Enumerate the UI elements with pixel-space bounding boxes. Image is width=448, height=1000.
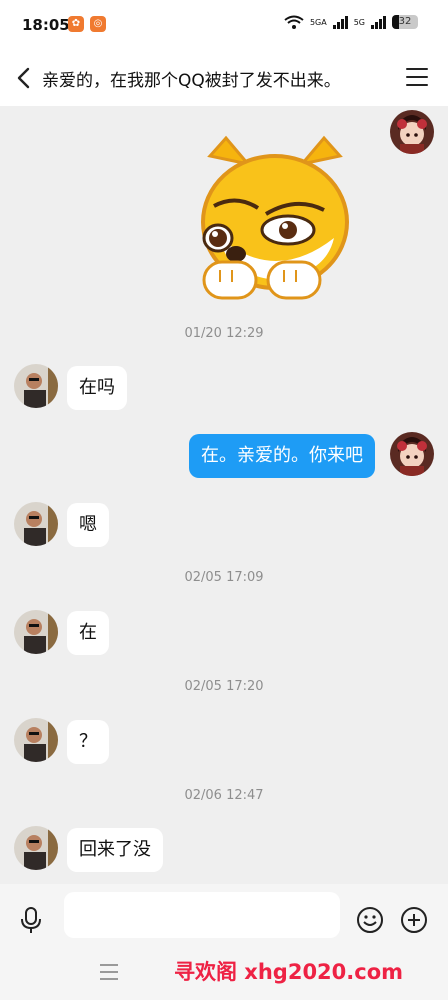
network-label-2: 5G (353, 17, 365, 27)
timestamp: 02/05 17:09 (184, 570, 264, 585)
timestamp: 02/06 12:47 (184, 788, 264, 803)
microphone-icon[interactable] (20, 906, 42, 934)
battery-icon: 32 (392, 15, 418, 29)
dog-sticker[interactable] (196, 134, 354, 302)
chat-header: 亲爱的，在我那个QQ被封了发不出来。 (0, 50, 448, 106)
message-bubble[interactable]: 回来了没 (67, 828, 163, 872)
message-input[interactable] (64, 892, 340, 938)
message-bubble[interactable]: ？ (67, 720, 109, 764)
menu-icon[interactable] (406, 68, 428, 88)
status-indicators: 5GA 5G 32 (284, 15, 418, 29)
nav-menu-icon[interactable] (100, 964, 118, 980)
input-bar: 寻欢阁 xhg2020.com (0, 884, 448, 1000)
contact-avatar[interactable] (14, 502, 58, 546)
network-label-1: 5GA (309, 17, 327, 27)
message-bubble[interactable]: 嗯 (67, 503, 109, 547)
contact-avatar[interactable] (14, 718, 58, 762)
message-list[interactable]: 01/20 12:29 在吗 在。亲爱的。你来吧 嗯 02/05 17:09 在… (0, 106, 448, 884)
wifi-icon (284, 15, 304, 29)
message-bubble[interactable]: 在吗 (67, 366, 127, 410)
timestamp: 02/05 17:20 (184, 679, 264, 694)
my-avatar[interactable] (390, 432, 434, 476)
contact-avatar[interactable] (14, 364, 58, 408)
my-message-bubble[interactable]: 在。亲爱的。你来吧 (189, 434, 375, 478)
my-avatar[interactable] (390, 110, 434, 154)
chat-title: 亲爱的，在我那个QQ被封了发不出来。 (42, 71, 341, 91)
notification-app-icon-2: ◎ (90, 16, 106, 32)
contact-avatar[interactable] (14, 826, 58, 870)
watermark: 寻欢阁 xhg2020.com (174, 960, 404, 984)
message-bubble[interactable]: 在 (67, 611, 109, 655)
signal-icon (332, 15, 348, 29)
status-time: 18:05 (22, 16, 70, 34)
timestamp: 01/20 12:29 (184, 326, 264, 341)
contact-avatar[interactable] (14, 610, 58, 654)
signal-icon-2 (371, 15, 386, 29)
notification-app-icon: ✿ (68, 16, 84, 32)
emoji-icon[interactable] (356, 906, 384, 934)
status-bar: 18:05 ✿ ◎ 5GA 5G 32 (0, 0, 448, 50)
back-icon[interactable] (14, 66, 36, 90)
plus-icon[interactable] (400, 906, 428, 934)
